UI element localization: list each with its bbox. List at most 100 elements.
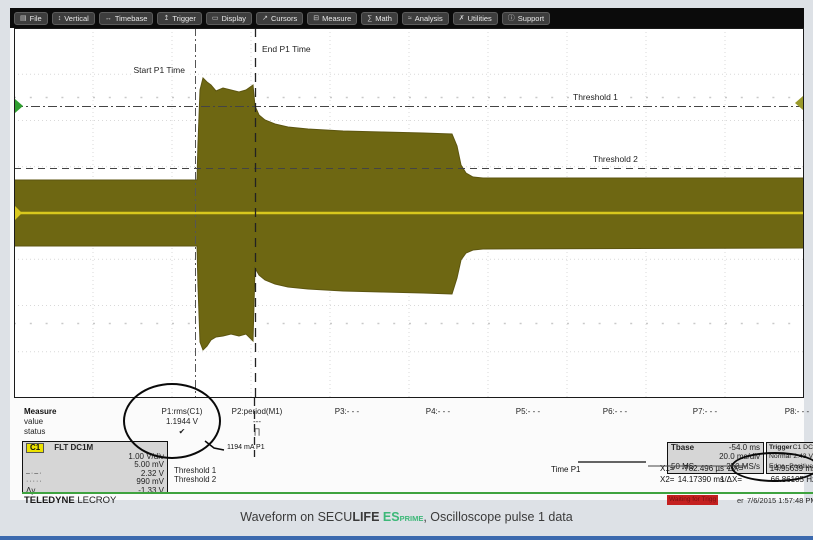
menu-item-analysis[interactable]: ≈Analysis [402, 12, 449, 25]
measure-label: P3:- - - [335, 407, 359, 417]
measure-label: P2:period(M1) [232, 407, 283, 417]
waveform-plot [14, 28, 804, 398]
measure-value: --- [232, 417, 283, 427]
measure-status-icon [603, 427, 627, 437]
measure-label: P1:rms(C1) [162, 407, 203, 417]
menu-item-label: Vertical [64, 14, 89, 23]
timebase-icon: ↔ [105, 15, 112, 22]
start-p1-time-label: Start P1 Time [132, 65, 188, 75]
menu-item-measure[interactable]: ⊟Measure [307, 12, 357, 25]
menu-item-label: Math [375, 14, 392, 23]
measure-value [785, 417, 809, 427]
measure-label: P5:- - - [516, 407, 540, 417]
menu-item-math[interactable]: ∑Math [361, 12, 398, 25]
menu-item-trigger[interactable]: ↥Trigger [157, 12, 201, 25]
menu-item-label: Analysis [415, 14, 443, 23]
measure-value [693, 417, 717, 427]
measure-label: P4:- - - [426, 407, 450, 417]
x2-value: 14.17390 ms [672, 475, 724, 484]
bottom-blue-bar [0, 536, 813, 540]
measure-status-icon: ∏ [232, 427, 283, 437]
menu-item-label: Measure [322, 14, 351, 23]
measure-value [335, 417, 359, 427]
measure-status-icon [335, 427, 359, 437]
time-p1-label: Time P1 [551, 465, 581, 474]
dx-label: ΔX= [728, 464, 743, 473]
caption-prime: PRIME [400, 514, 424, 523]
threshold2-name-label: Threshold 2 [174, 475, 216, 484]
menu-item-file[interactable]: ▤File [14, 12, 48, 25]
end-p1-time-label: End P1 Time [260, 44, 313, 54]
screenshot-page: ▤File↕Vertical↔Timebase↥Trigger▭Display↗… [0, 0, 813, 540]
measure-status-icon [785, 427, 809, 437]
measure-col-p5[interactable]: P5:- - - [516, 407, 540, 437]
menu-item-label: File [30, 14, 42, 23]
oscilloscope-app-window: ▤File↕Vertical↔Timebase↥Trigger▭Display↗… [10, 8, 804, 500]
trigger-status-suffix: er [737, 496, 744, 505]
callout-1194ma-label: 1194 mA P1 [227, 444, 265, 451]
measure-value: 1.1944 V [162, 417, 203, 427]
caption-suffix: , Oscilloscope pulse 1 data [423, 510, 572, 524]
measure-value [516, 417, 540, 427]
menu-item-timebase[interactable]: ↔Timebase [99, 12, 154, 25]
threshold1-label: Threshold 1 [571, 92, 620, 102]
support-icon: ⓘ [508, 13, 515, 23]
measure-status-icon [693, 427, 717, 437]
menu-item-label: Display [221, 14, 246, 23]
right-threshold-arrow-icon [795, 96, 803, 110]
dx-value: 14.95639 ms [754, 464, 813, 473]
measure-col-p3[interactable]: P3:- - - [335, 407, 359, 437]
channel-c1-box[interactable]: C1 FLT DC1M 1.00 V/div 5.00 mV –·–·2.32 … [22, 441, 168, 494]
value-header: value [24, 417, 56, 427]
measure-status-icon: ✔ [162, 427, 203, 437]
measure-col-p2[interactable]: P2:period(M1)---∏ [232, 407, 283, 437]
measure-value [603, 417, 627, 427]
inv-dx-value: 66.86105 Hz [754, 475, 813, 484]
status-divider-line [22, 492, 813, 494]
caption-seculife-bold: LIFE [352, 510, 379, 524]
measure-status-icon [516, 427, 540, 437]
clock-timestamp: 7/6/2015 1:57:48 PM [747, 496, 813, 505]
menu-item-label: Support [518, 14, 544, 23]
inv-dx-label: 1/ΔX= [720, 475, 742, 484]
menu-item-label: Trigger [172, 14, 195, 23]
measure-col-p4[interactable]: P4:- - - [426, 407, 450, 437]
menu-item-utilities[interactable]: ✗Utilities [453, 12, 498, 25]
menu-bar: ▤File↕Vertical↔Timebase↥Trigger▭Display↗… [10, 8, 804, 28]
trigger-icon: ↥ [163, 14, 169, 22]
menu-item-label: Cursors [271, 14, 297, 23]
trigger-mode: Normal [769, 452, 791, 461]
menu-item-vertical[interactable]: ↕Vertical [52, 12, 95, 25]
math-icon: ∑ [367, 15, 372, 22]
measure-status-icon [426, 427, 450, 437]
caption-es: ES [379, 510, 399, 524]
tbase-scale: 20.0 ms/div [719, 452, 760, 461]
utilities-icon: ✗ [459, 14, 465, 22]
menu-item-support[interactable]: ⓘSupport [502, 12, 550, 25]
channel-c1-chip: C1 [26, 443, 44, 453]
brand-logo: TELEDYNE LECROY [24, 495, 116, 506]
trigger-title: Trigger [769, 443, 792, 452]
trigger-status-badge: Waiting for Trigg [667, 495, 718, 505]
menu-item-display[interactable]: ▭Display [206, 12, 252, 25]
trigger-source: C1 DC [793, 443, 813, 452]
measure-label: P6:- - - [603, 407, 627, 417]
menu-item-cursors[interactable]: ↗Cursors [256, 12, 303, 25]
threshold1-name-label: Threshold 1 [174, 466, 216, 475]
measure-col-p8[interactable]: P8:- - - [785, 407, 809, 437]
measure-col-p6[interactable]: P6:- - - [603, 407, 627, 437]
threshold2-label: Threshold 2 [591, 154, 640, 164]
measure-col-p7[interactable]: P7:- - - [693, 407, 717, 437]
measure-label: P8:- - - [785, 407, 809, 417]
waveform-display[interactable]: Start P1 Time End P1 Time Threshold 1 Th… [14, 28, 804, 398]
left-threshold-arrow-icon [15, 99, 23, 113]
x1-value: -782.496 µs [672, 464, 724, 473]
measure-col-p1[interactable]: P1:rms(C1)1.1944 V✔ [162, 407, 203, 437]
cursors-icon: ↗ [262, 14, 268, 22]
vertical-icon: ↕ [58, 15, 62, 22]
brand-teledyne: TELEDYNE [24, 495, 75, 506]
measure-header: Measure [24, 407, 56, 417]
menu-item-label: Timebase [115, 14, 148, 23]
trigger-level: 2.43 V [793, 452, 813, 461]
display-icon: ▭ [212, 14, 219, 22]
